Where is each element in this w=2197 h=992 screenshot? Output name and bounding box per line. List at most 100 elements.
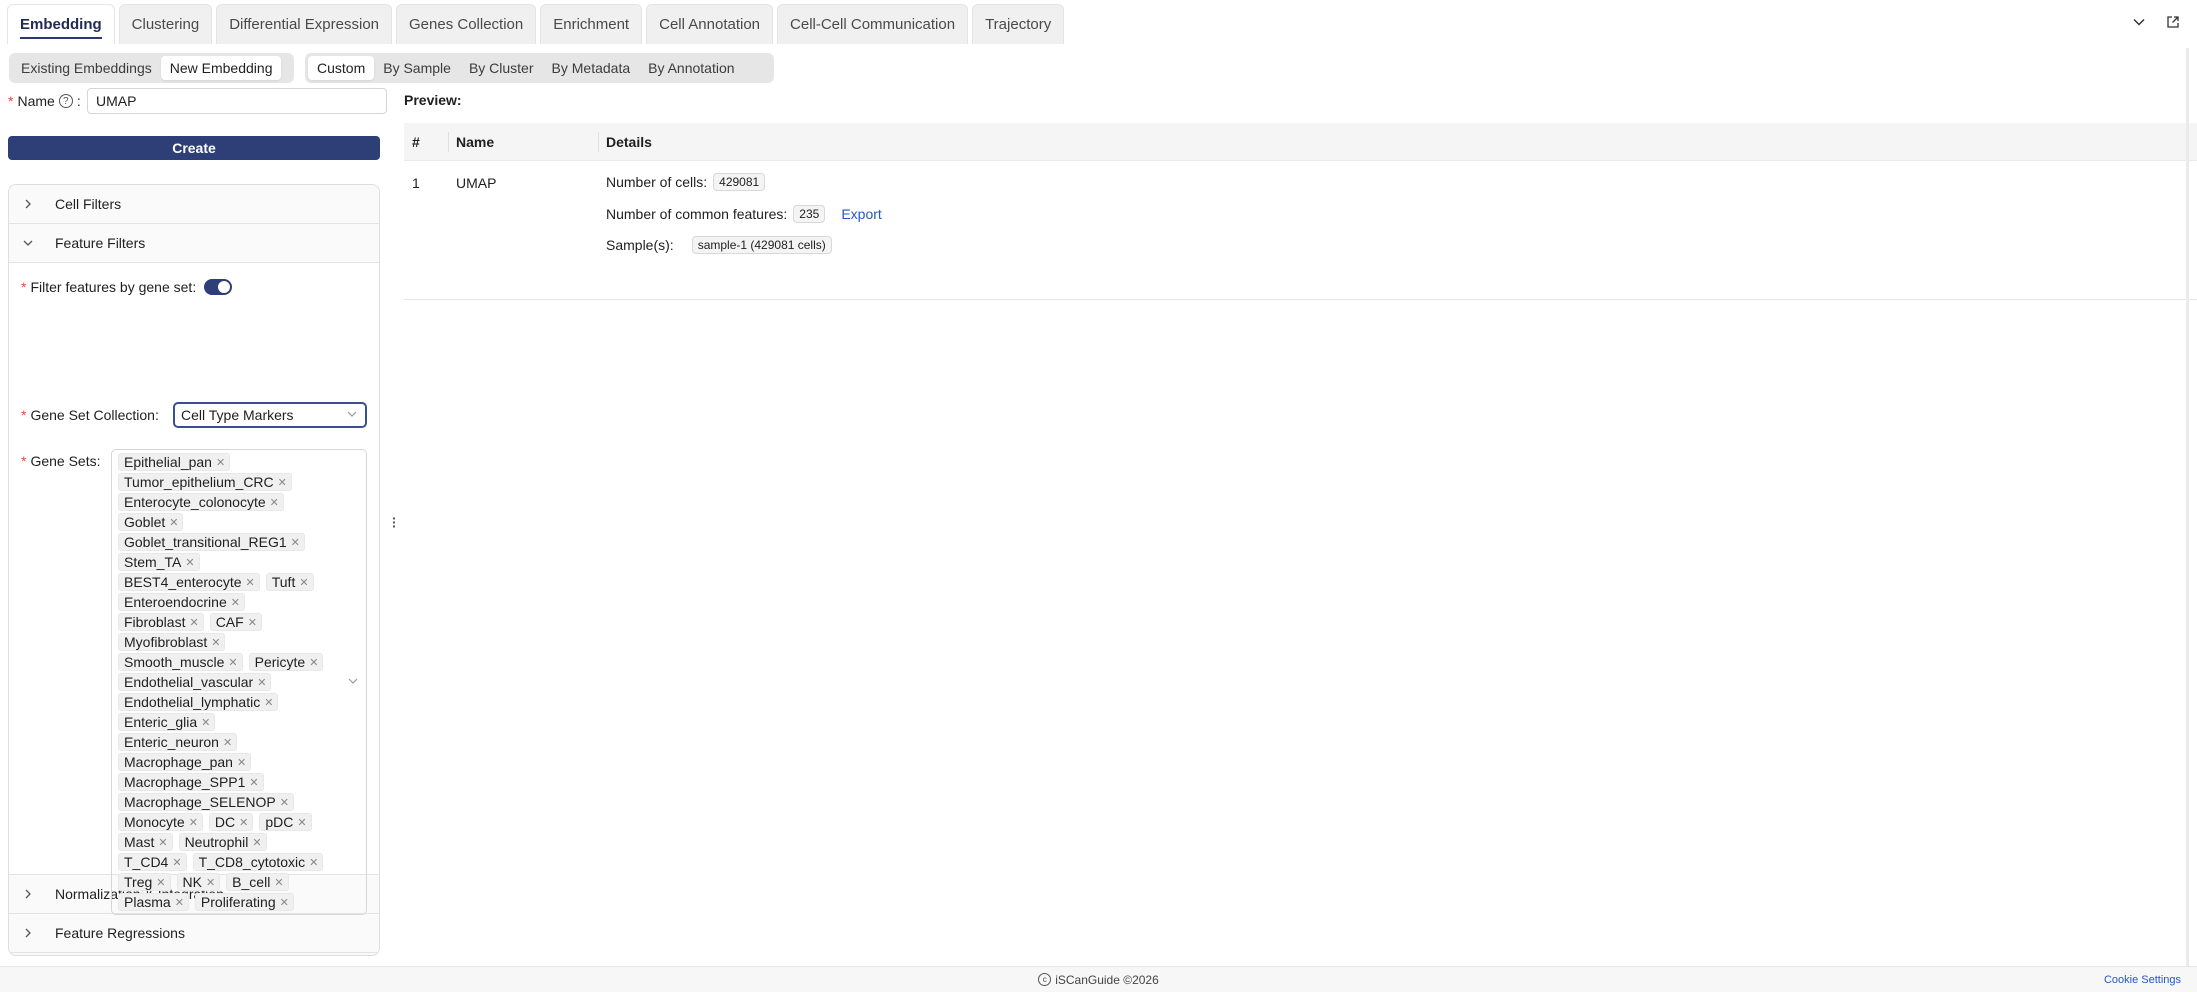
tag-row: Monocyte ✕ DC ✕ pDC ✕ [118, 812, 360, 832]
gene-set-tag: Macrophage_pan ✕ [118, 753, 252, 771]
gene-set-tag-label: pDC [265, 814, 294, 830]
tab-clustering[interactable]: Clustering [118, 4, 213, 44]
gene-set-tag: Plasma ✕ [118, 893, 189, 911]
remove-tag-icon[interactable]: ✕ [246, 576, 255, 589]
gene-set-tag-label: Enterocyte_colonocyte [124, 494, 266, 510]
tab-genes-collection[interactable]: Genes Collection [396, 4, 537, 44]
gene-set-tags: Epithelial_pan ✕ Tumor_epithelium_CRC ✕ Ente… [118, 452, 360, 912]
gene-set-tag-label: Endothelial_vascular [124, 674, 254, 690]
column-separator [598, 132, 599, 152]
custom-option[interactable]: Custom [308, 56, 375, 80]
by-annotation-option[interactable]: By Annotation [639, 56, 743, 80]
gene-set-tag-label: Epithelial_pan [124, 454, 212, 470]
remove-tag-icon[interactable]: ✕ [201, 716, 210, 729]
remove-tag-icon[interactable]: ✕ [172, 856, 181, 869]
existing-embeddings-option[interactable]: Existing Embeddings [12, 56, 161, 80]
remove-tag-icon[interactable]: ✕ [249, 776, 258, 789]
feature-regressions-header[interactable]: Feature Regressions [9, 914, 379, 953]
cell-filters-header[interactable]: Cell Filters [9, 185, 379, 224]
gene-set-tag: Proliferating ✕ [194, 893, 294, 911]
embedding-source-switch: Custom By Sample By Cluster By Metadata … [305, 53, 774, 83]
remove-tag-icon[interactable]: ✕ [216, 456, 225, 469]
top-right-actions [2131, 14, 2181, 30]
remove-tag-icon[interactable]: ✕ [156, 876, 165, 889]
remove-tag-icon[interactable]: ✕ [231, 596, 240, 609]
new-embedding-option[interactable]: New Embedding [160, 56, 282, 80]
tag-row: Tumor_epithelium_CRC ✕ [118, 472, 360, 492]
tag-row: T_CD4 ✕ T_CD8_cytotoxic ✕ [118, 852, 360, 872]
remove-tag-icon[interactable]: ✕ [239, 816, 248, 829]
remove-tag-icon[interactable]: ✕ [185, 556, 194, 569]
gene-set-tag: NK ✕ [176, 873, 221, 891]
gene-set-tag-label: T_CD4 [124, 854, 169, 870]
chevron-down-icon [348, 676, 358, 689]
tag-row: Stem_TA ✕ [118, 552, 360, 572]
tab-enrichment[interactable]: Enrichment [540, 4, 643, 44]
cells-detail: Number of cells: 429081 [606, 173, 766, 191]
gene-set-collection-select[interactable]: Cell Type Markers [173, 402, 367, 428]
gene-set-tag-label: Enteroendocrine [124, 594, 227, 610]
by-sample-option[interactable]: By Sample [374, 56, 460, 80]
column-header-name: Name [456, 133, 495, 150]
tag-row: Smooth_muscle ✕ Pericyte ✕ [118, 652, 360, 672]
chevron-down-icon[interactable] [2131, 14, 2147, 30]
gene-set-tag: Macrophage_SELENOP ✕ [118, 793, 294, 811]
remove-tag-icon[interactable]: ✕ [237, 756, 246, 769]
gene-set-tag-label: DC [214, 814, 236, 830]
remove-tag-icon[interactable]: ✕ [158, 836, 167, 849]
remove-tag-icon[interactable]: ✕ [211, 636, 220, 649]
remove-tag-icon[interactable]: ✕ [252, 836, 261, 849]
by-metadata-option[interactable]: By Metadata [543, 56, 640, 80]
remove-tag-icon[interactable]: ✕ [297, 816, 306, 829]
embedding-mode-switch: Existing Embeddings New Embedding [9, 53, 294, 83]
remove-tag-icon[interactable]: ✕ [309, 856, 318, 869]
gene-set-tag-label: Enteric_neuron [124, 734, 219, 750]
feature-filters-header[interactable]: Feature Filters [9, 224, 379, 263]
resize-handle-icon[interactable]: · · · [392, 511, 397, 533]
create-button[interactable]: Create [8, 136, 380, 160]
tag-row: Plasma ✕ Proliferating ✕ [118, 892, 360, 912]
tab-embedding[interactable]: Embedding [7, 4, 115, 44]
gene-set-tag: B_cell ✕ [226, 873, 289, 891]
tab-trajectory[interactable]: Trajectory [972, 4, 1065, 44]
tab-cell-cell-communication[interactable]: Cell-Cell Communication [777, 4, 969, 44]
remove-tag-icon[interactable]: ✕ [223, 736, 232, 749]
chevron-right-icon [23, 199, 35, 209]
tab-differential-expression[interactable]: Differential Expression [216, 4, 392, 44]
scrollbar[interactable] [2186, 48, 2189, 966]
remove-tag-icon[interactable]: ✕ [175, 896, 184, 909]
cookie-settings-link[interactable]: Cookie Settings [2104, 974, 2181, 986]
remove-tag-icon[interactable]: ✕ [169, 516, 178, 529]
gene-set-tag-label: Proliferating [200, 894, 276, 910]
filter-by-gene-set-toggle[interactable] [204, 279, 233, 295]
name-input[interactable]: UMAP [87, 88, 387, 114]
remove-tag-icon[interactable]: ✕ [264, 696, 273, 709]
export-link[interactable]: Export [841, 206, 881, 222]
gene-set-tag-label: Macrophage_pan [124, 754, 233, 770]
remove-tag-icon[interactable]: ✕ [257, 676, 266, 689]
remove-tag-icon[interactable]: ✕ [280, 796, 289, 809]
gene-set-tag: Enteric_glia ✕ [118, 713, 216, 731]
tab-cell-annotation[interactable]: Cell Annotation [646, 4, 774, 44]
remove-tag-icon[interactable]: ✕ [291, 536, 300, 549]
features-count-chip: 235 [793, 205, 826, 223]
help-icon[interactable]: ? [58, 94, 73, 108]
gene-sets-multiselect[interactable]: Epithelial_pan ✕ Tumor_epithelium_CRC ✕ Ente… [111, 449, 367, 915]
by-cluster-option[interactable]: By Cluster [460, 56, 543, 80]
gene-set-tag-label: Tumor_epithelium_CRC [124, 474, 274, 490]
remove-tag-icon[interactable]: ✕ [189, 816, 198, 829]
tag-row: Goblet_transitional_REG1 ✕ [118, 532, 360, 552]
remove-tag-icon[interactable]: ✕ [274, 876, 283, 889]
remove-tag-icon[interactable]: ✕ [270, 496, 279, 509]
remove-tag-icon[interactable]: ✕ [299, 576, 308, 589]
tag-row: Treg ✕ NK ✕ B_cell ✕ [118, 872, 360, 892]
remove-tag-icon[interactable]: ✕ [189, 616, 198, 629]
chevron-down-icon [347, 409, 357, 422]
open-external-icon[interactable] [2165, 14, 2181, 30]
remove-tag-icon[interactable]: ✕ [280, 896, 289, 909]
remove-tag-icon[interactable]: ✕ [309, 656, 318, 669]
remove-tag-icon[interactable]: ✕ [206, 876, 215, 889]
remove-tag-icon[interactable]: ✕ [248, 616, 257, 629]
remove-tag-icon[interactable]: ✕ [228, 656, 237, 669]
remove-tag-icon[interactable]: ✕ [278, 476, 287, 489]
